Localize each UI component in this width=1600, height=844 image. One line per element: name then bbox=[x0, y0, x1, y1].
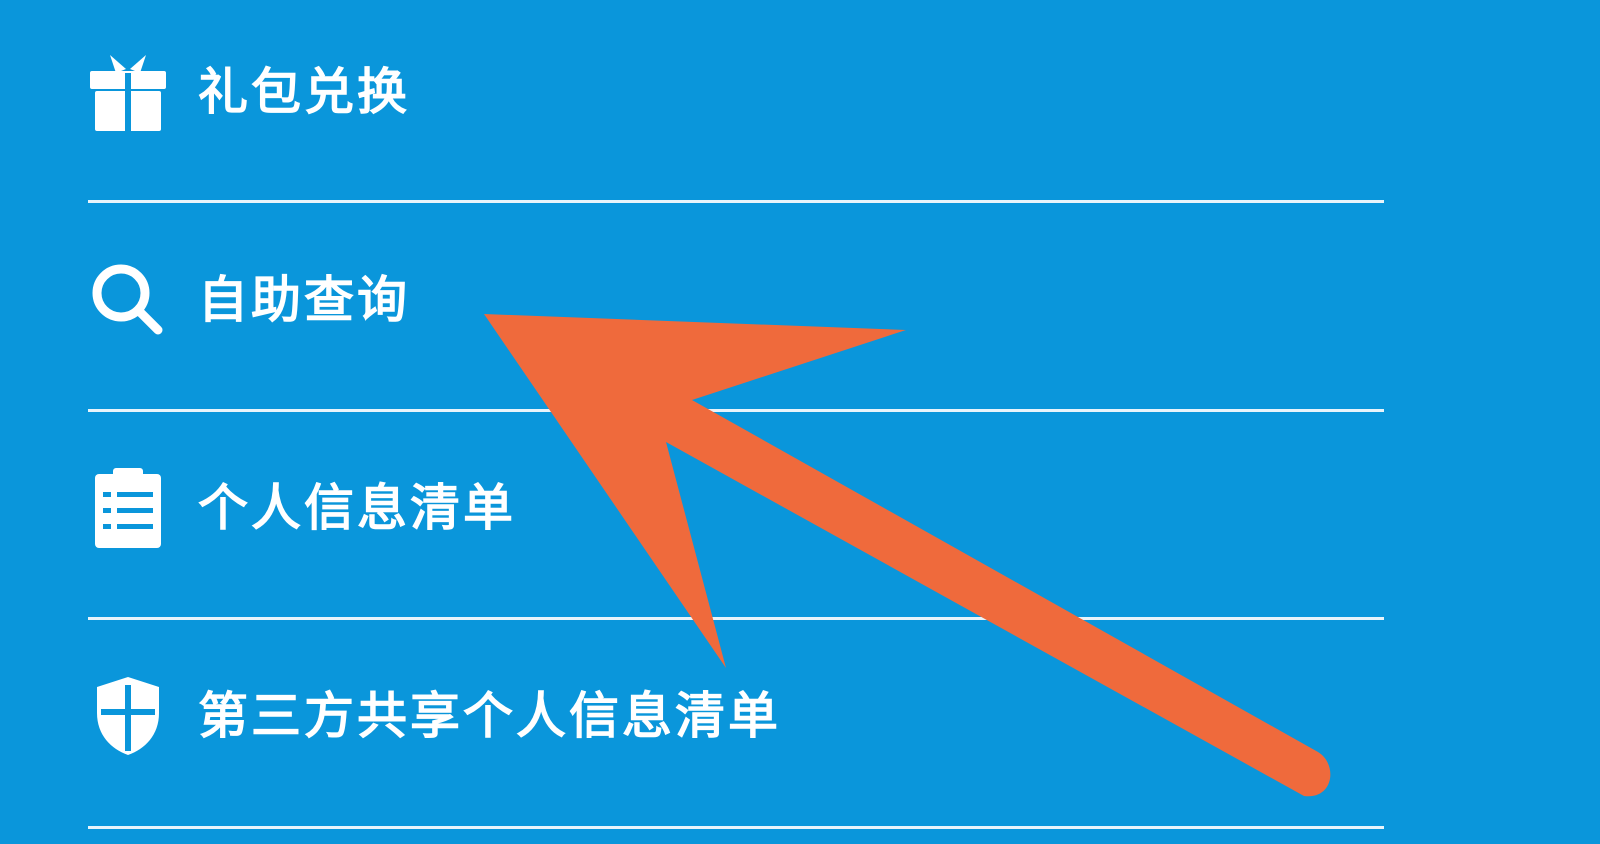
menu-item-label: 个人信息清单 bbox=[198, 479, 516, 537]
divider bbox=[88, 826, 1384, 829]
gift-icon bbox=[88, 52, 168, 132]
settings-menu: 礼包兑换 自助查询 个人信息清单 第三方共享个人信息清单 bbox=[0, 0, 1600, 844]
menu-item-label: 自助查询 bbox=[198, 271, 410, 329]
divider bbox=[88, 617, 1384, 620]
shield-icon bbox=[88, 676, 168, 756]
menu-item-self-query[interactable]: 自助查询 bbox=[88, 240, 1384, 360]
clipboard-list-icon bbox=[88, 468, 168, 548]
divider bbox=[88, 200, 1384, 203]
search-icon bbox=[88, 260, 168, 340]
menu-item-label: 礼包兑换 bbox=[198, 63, 410, 121]
menu-item-gift-redeem[interactable]: 礼包兑换 bbox=[88, 32, 1384, 152]
divider bbox=[88, 409, 1384, 412]
menu-item-label: 第三方共享个人信息清单 bbox=[198, 687, 781, 745]
menu-item-personal-info-list[interactable]: 个人信息清单 bbox=[88, 448, 1384, 568]
menu-item-third-party-info-list[interactable]: 第三方共享个人信息清单 bbox=[88, 656, 1384, 776]
